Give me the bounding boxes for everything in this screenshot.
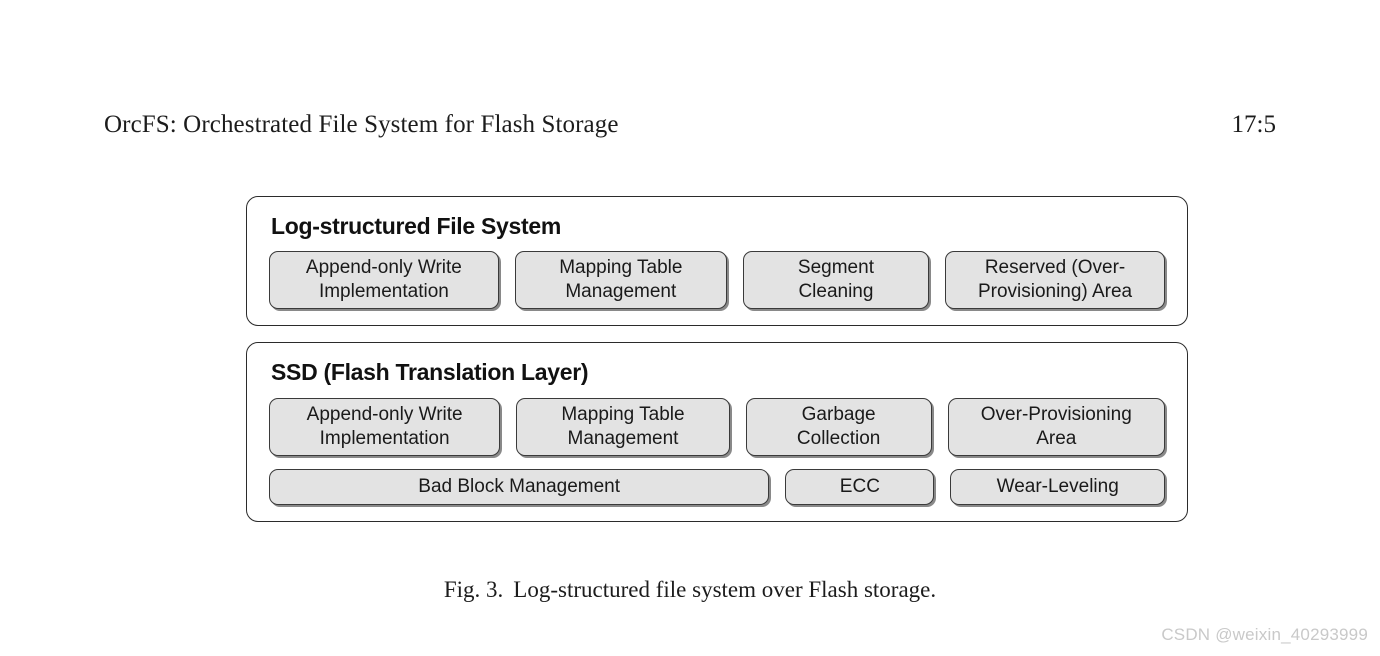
block-mapping-table-management-lfs: Mapping Table Management [514,251,727,310]
figure-caption-text: Log-structured file system over Flash st… [513,577,937,602]
block-segment-cleaning: Segment Cleaning [742,251,930,310]
block-reserved-over-provisioning-area: Reserved (Over- Provisioning) Area [945,251,1165,310]
block-wear-leveling: Wear-Leveling [950,468,1165,505]
block-append-only-write-lfs: Append-only Write Implementation [269,251,499,310]
panel-title-lfs: Log-structured File System [271,213,561,239]
panel-row-ssd-main: Append-only Write Implementation Mapping… [269,397,1165,456]
figure-diagram: Log-structured File System Append-only W… [246,196,1188,522]
panel-row-lfs-main: Append-only Write Implementation Mapping… [269,251,1165,310]
block-garbage-collection: Garbage Collection [745,397,932,456]
block-ecc: ECC [785,468,935,505]
block-append-only-write-ftl: Append-only Write Implementation [269,397,501,456]
panel-row-ssd-aux: Bad Block Management ECC Wear-Leveling [269,468,1165,505]
panel-title-ssd: SSD (Flash Translation Layer) [271,359,589,386]
running-head: OrcFS: Orchestrated File System for Flas… [104,108,1276,142]
page-title: OrcFS: Orchestrated File System for Flas… [104,111,619,138]
block-mapping-table-management-ftl: Mapping Table Management [516,397,730,456]
page-folio: 17:5 [1231,111,1276,138]
figure-caption: Fig. 3. Log-structured file system over F… [0,577,1380,603]
panel-ssd-flash-translation-layer: SSD (Flash Translation Layer) Append-onl… [246,342,1188,522]
block-over-provisioning-area: Over-Provisioning Area [947,397,1165,456]
panel-log-structured-file-system: Log-structured File System Append-only W… [246,196,1188,327]
csdn-watermark: CSDN @weixin_40293999 [1161,625,1368,644]
block-bad-block-management: Bad Block Management [269,468,770,505]
figure-caption-label: Fig. 3. [443,577,504,602]
